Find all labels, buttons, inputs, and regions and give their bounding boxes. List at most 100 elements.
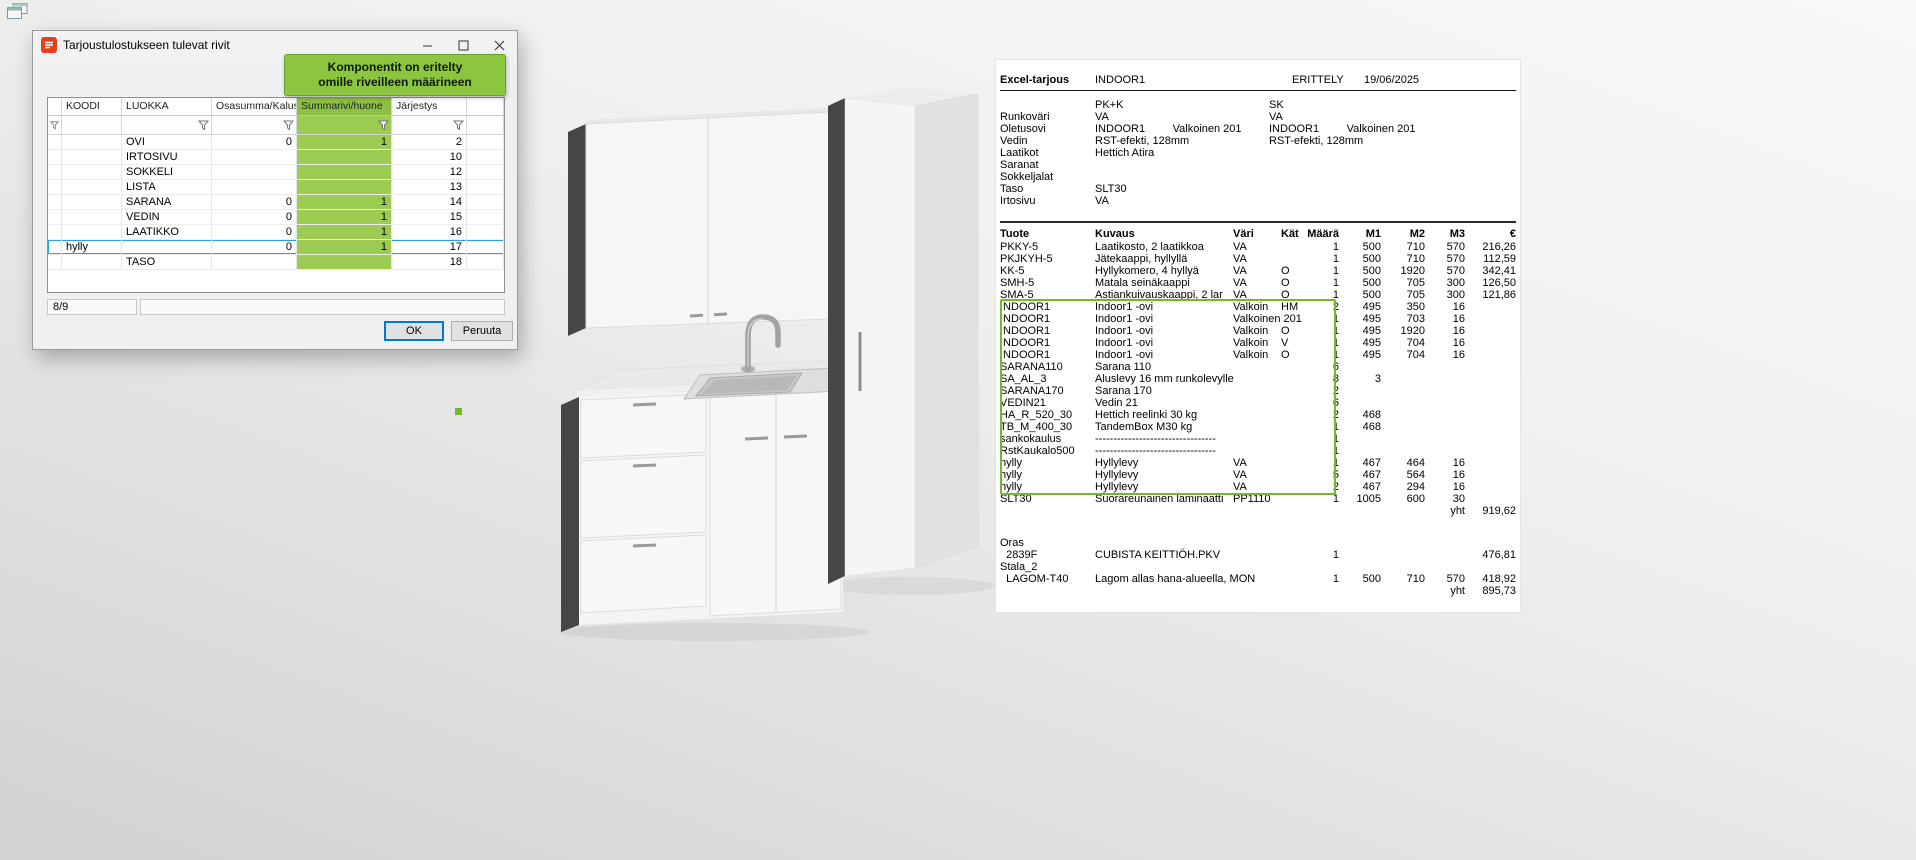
cell-eur xyxy=(1465,409,1516,421)
cell-m3: 570 xyxy=(1425,253,1465,265)
row-selector-cell[interactable] xyxy=(48,255,62,269)
product-row: 2839F CUBISTA KEITTIÖH.PKV 1 476,81 xyxy=(1000,549,1516,561)
cell-filler xyxy=(467,165,504,179)
cell-m3: 300 xyxy=(1425,289,1465,301)
cell-vari xyxy=(1233,409,1281,421)
cell-tuote: RstKaukalo500 xyxy=(1000,445,1095,457)
product-rows: PKKY-5 Laatikosto, 2 laatikkoa VA 1 500 … xyxy=(1000,241,1516,517)
cell-kuvaus: Vedin 21 xyxy=(1095,397,1233,409)
table-row[interactable]: SARANA 0 1 14 xyxy=(48,195,504,210)
info-value-2 xyxy=(1269,183,1516,195)
cell-m1: 495 xyxy=(1339,349,1381,361)
cell-m3 xyxy=(1425,361,1465,373)
status-bar: 8/9 xyxy=(47,299,505,315)
drawer-handle xyxy=(633,404,656,405)
column-header-luokka[interactable]: LUOKKA xyxy=(122,98,212,115)
product-row: SARANA170 Sarana 170 2 xyxy=(1000,385,1516,397)
kitchen-3d-view[interactable] xyxy=(540,60,1000,650)
filter-cell-koodi[interactable] xyxy=(62,116,122,134)
info-value-1: RST-efekti, 128mm xyxy=(1095,135,1269,147)
cell-vari xyxy=(1233,373,1281,385)
restore-window-icon[interactable] xyxy=(6,2,30,22)
column-header-summarivi[interactable]: Summarivi/huone xyxy=(297,98,392,115)
info-row: Vedin RST-efekti, 128mm RST-efekti, 128m… xyxy=(1000,135,1516,147)
cell-m1 xyxy=(1339,385,1381,397)
filter-icon-luokka[interactable] xyxy=(122,116,212,134)
cell-kuvaus: Matala seinäkaappi xyxy=(1095,277,1233,289)
table-row[interactable]: TASO 18 xyxy=(48,255,504,270)
cell-kuvaus: Suorareunainen laminaatti xyxy=(1095,493,1233,505)
product-row: Stala_2 xyxy=(1000,561,1516,573)
cell-kat: O xyxy=(1281,289,1307,301)
column-header-osasumma[interactable]: Osasumma/Kaluste xyxy=(212,98,297,115)
column-header-jarjestys[interactable]: Järjestys xyxy=(392,98,467,115)
cell-kuvaus xyxy=(1095,561,1233,573)
cancel-button[interactable]: Peruuta xyxy=(451,321,513,341)
col-kuvaus: Kuvaus xyxy=(1095,227,1233,241)
row-selector-cell[interactable] xyxy=(48,150,62,164)
cell-tuote: hylly xyxy=(1000,469,1095,481)
row-selector-cell[interactable] xyxy=(48,225,62,239)
table-row[interactable]: SOKKELI 12 xyxy=(48,165,504,180)
cell-luokka: IRTOSIVU xyxy=(122,150,212,164)
cell-m3: yht xyxy=(1425,585,1465,597)
row-selector-cell[interactable] xyxy=(48,165,62,179)
document-title: Excel-tarjous xyxy=(1000,74,1095,86)
filter-icon-summarivi[interactable] xyxy=(297,116,392,134)
product-row: sankokaulus ----------------------------… xyxy=(1000,433,1516,445)
tall-cabinet[interactable] xyxy=(828,87,978,584)
cell-koodi xyxy=(62,210,122,224)
wall-cabinet[interactable] xyxy=(568,108,830,336)
cell-m3: 300 xyxy=(1425,277,1465,289)
cell-maara: 1 xyxy=(1307,241,1339,253)
cell-osasumma xyxy=(212,180,297,194)
info-value-2: SK xyxy=(1269,99,1516,111)
filter-icon-jarjestys[interactable] xyxy=(392,116,467,134)
cell-m2 xyxy=(1381,561,1425,573)
cell-vari xyxy=(1233,361,1281,373)
row-selector-cell[interactable] xyxy=(48,135,62,149)
table-row[interactable]: hylly 0 1 17 xyxy=(48,240,504,255)
table-row[interactable]: IRTOSIVU 10 xyxy=(48,150,504,165)
cell-summarivi xyxy=(297,255,392,269)
info-row: Taso SLT30 xyxy=(1000,183,1516,195)
drawer-handle xyxy=(633,465,656,466)
table-row[interactable]: LAATIKKO 0 1 16 xyxy=(48,225,504,240)
cell-eur xyxy=(1465,421,1516,433)
cell-m3: 30 xyxy=(1425,493,1465,505)
door-handle xyxy=(784,436,807,437)
cell-maara: 2 xyxy=(1307,385,1339,397)
cell-tuote: INDOOR1 xyxy=(1000,349,1095,361)
row-selector-cell[interactable] xyxy=(48,195,62,209)
cell-eur: 216,26 xyxy=(1465,241,1516,253)
row-selector-cell[interactable] xyxy=(48,180,62,194)
cell-summarivi xyxy=(297,165,392,179)
cell-m1 xyxy=(1339,537,1381,549)
cell-summarivi: 1 xyxy=(297,225,392,239)
cell-tuote xyxy=(1000,585,1095,597)
cell-maara: 1 xyxy=(1307,573,1339,585)
cell-eur xyxy=(1465,433,1516,445)
row-selector-cell[interactable] xyxy=(48,210,62,224)
cell-eur xyxy=(1465,445,1516,457)
cell-m1: 500 xyxy=(1339,573,1381,585)
info-value-2 xyxy=(1269,171,1516,183)
drawer-handle xyxy=(633,545,656,546)
filter-icon[interactable] xyxy=(48,116,62,134)
dialog-grid: KOODI LUOKKA Osasumma/Kaluste Summarivi/… xyxy=(47,97,505,293)
row-selector-cell[interactable] xyxy=(48,240,62,254)
table-row[interactable]: VEDIN 0 1 15 xyxy=(48,210,504,225)
cell-maara: 2 xyxy=(1307,409,1339,421)
cell-tuote: hylly xyxy=(1000,457,1095,469)
ok-button[interactable]: OK xyxy=(384,321,444,341)
info-value-2: VA xyxy=(1269,111,1516,123)
table-row[interactable]: LISTA 13 xyxy=(48,180,504,195)
table-row[interactable]: OVI 0 1 2 xyxy=(48,135,504,150)
cell-m3: 16 xyxy=(1425,469,1465,481)
cell-luokka: TASO xyxy=(122,255,212,269)
product-row: HA_R_520_30 Hettich reelinki 30 kg 2 468 xyxy=(1000,409,1516,421)
cell-tuote: SMH-5 xyxy=(1000,277,1095,289)
filter-icon-osasumma[interactable] xyxy=(212,116,297,134)
column-header-koodi[interactable]: KOODI xyxy=(62,98,122,115)
cell-maara xyxy=(1307,505,1339,517)
